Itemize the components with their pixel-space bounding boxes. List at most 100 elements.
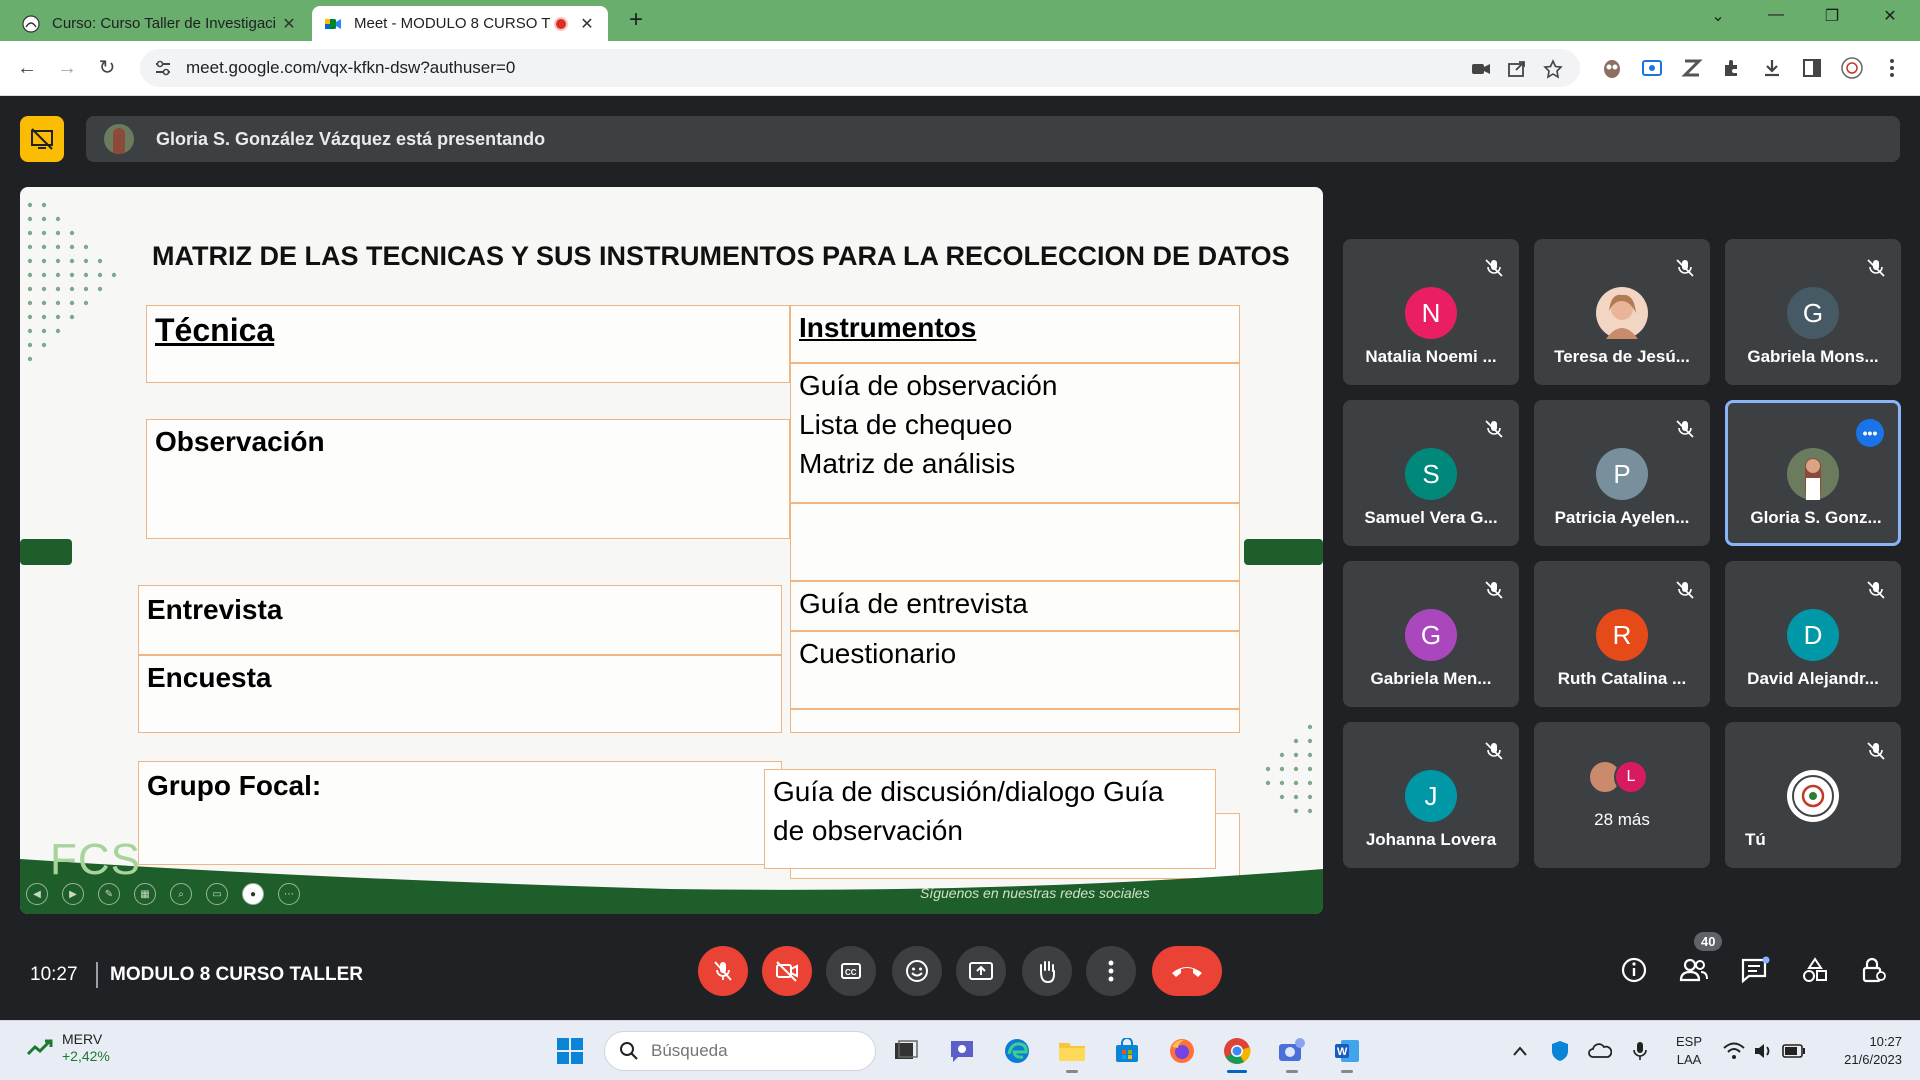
presenting-banner: Gloria S. González Vázquez está presenta… [86,116,1900,162]
slide-camera-icon[interactable]: ● [242,883,264,905]
owl-extension-icon[interactable] [1600,56,1624,80]
hand-icon [1040,961,1055,984]
word-icon: W [1335,1040,1359,1062]
camera-icon[interactable] [1470,58,1492,80]
participant-name: Johanna Lovera [1365,830,1497,849]
slide-more-icon[interactable]: ⋯ [278,883,300,905]
close-icon[interactable]: ✕ [578,14,596,34]
stock-widget[interactable]: MERV +2,42% [26,1031,110,1065]
battery-icon[interactable] [1782,1039,1806,1063]
input-language[interactable]: ESP LAA [1676,1033,1702,1069]
tray-overflow-icon[interactable] [1508,1039,1532,1063]
tab-curso[interactable]: Curso: Curso Taller de Investigaci ✕ [10,6,310,41]
slide-zoom-icon[interactable]: ⌕ [170,883,192,905]
profile-avatar-icon[interactable] [1840,56,1864,80]
teams-chat-button[interactable] [944,1033,980,1069]
task-view-button[interactable] [888,1033,924,1069]
chat-button[interactable] [1733,948,1777,992]
defender-shield-icon[interactable] [1548,1039,1572,1063]
file-explorer-button[interactable] [1054,1033,1090,1073]
extensions-puzzle-icon[interactable] [1720,56,1744,80]
site-settings-icon[interactable] [154,59,172,77]
z-extension-icon[interactable] [1680,56,1704,80]
microphone-tray-icon[interactable] [1628,1039,1652,1063]
more-options-icon[interactable]: ••• [1856,419,1884,447]
volume-icon[interactable] [1752,1039,1776,1063]
participant-tile[interactable]: R Ruth Catalina ... [1534,561,1710,707]
self-tile[interactable]: Tú [1725,722,1901,868]
task-view-icon [895,1040,918,1059]
screen-extension-icon[interactable] [1640,56,1664,80]
chrome-menu-icon[interactable] [1880,56,1904,80]
share-icon[interactable] [1506,58,1528,80]
mic-off-button[interactable] [698,946,748,996]
onedrive-icon[interactable] [1588,1039,1612,1063]
side-panel-icon[interactable] [1800,56,1824,80]
snipping-tool-button[interactable] [1274,1033,1310,1073]
activities-button[interactable] [1793,948,1837,992]
new-tab-button[interactable]: + [620,6,652,34]
slide-grid-icon[interactable]: ▦ [134,883,156,905]
running-indicator [1341,1070,1353,1073]
close-icon[interactable]: ✕ [280,14,298,34]
participant-tile[interactable]: J Johanna Lovera [1343,722,1519,868]
firefox-button[interactable] [1164,1033,1200,1069]
minimize-button[interactable]: — [1756,6,1796,24]
participant-tile[interactable]: S Samuel Vera G... [1343,400,1519,546]
raise-hand-button[interactable] [1022,946,1072,996]
store-button[interactable] [1109,1033,1145,1069]
wifi-icon[interactable] [1722,1039,1746,1063]
back-icon[interactable]: ← [12,53,42,83]
instrumento-cuestionario: Cuestionario [799,638,957,669]
stop-presenting-icon[interactable] [20,116,64,162]
host-controls-button[interactable] [1852,948,1896,992]
url-input[interactable] [186,58,1086,78]
slide-subtitles-icon[interactable]: ▭ [206,883,228,905]
avatar [1596,287,1648,339]
participant-tile[interactable]: Teresa de Jesú... [1534,239,1710,385]
meeting-details-button[interactable] [1612,948,1656,992]
people-button[interactable] [1672,948,1716,992]
omnibox[interactable] [140,49,1580,87]
participant-tile[interactable]: N Natalia Noemi ... [1343,239,1519,385]
windows-taskbar: MERV +2,42% W [0,1020,1920,1080]
more-options-button[interactable] [1086,946,1136,996]
reactions-button[interactable] [892,946,942,996]
mic-off-icon [1676,420,1694,438]
recording-icon [554,16,568,31]
search-input[interactable] [651,1041,851,1061]
leave-call-button[interactable] [1152,946,1222,996]
mic-off-icon [1867,742,1885,760]
slide-next-icon[interactable]: ▶ [62,883,84,905]
maximize-button[interactable]: ❐ [1812,6,1852,26]
taskbar-search[interactable] [604,1031,876,1071]
reload-icon[interactable]: ↻ [92,53,122,83]
avatar: G [1405,609,1457,661]
participant-tile[interactable]: G Gabriela Mons... [1725,239,1901,385]
participant-tile[interactable]: P Patricia Ayelen... [1534,400,1710,546]
participant-tile-presenter[interactable]: ••• Gloria S. Gonz... [1725,400,1901,546]
participant-tile[interactable]: D David Alejandr... [1725,561,1901,707]
instrumento-matriz-analisis: Matriz de análisis [799,448,1016,479]
tab-search-icon[interactable]: ⌄ [1698,6,1738,26]
download-icon[interactable] [1760,56,1784,80]
captions-button[interactable]: CC [826,946,876,996]
close-window-button[interactable]: ✕ [1870,6,1910,26]
system-clock[interactable]: 10:27 21/6/2023 [1822,1033,1902,1069]
camera-off-button[interactable] [762,946,812,996]
browser-tab-strip: Curso: Curso Taller de Investigaci ✕ Mee… [0,0,1920,41]
participant-tile[interactable]: G Gabriela Men... [1343,561,1519,707]
hang-up-icon [1172,967,1202,977]
tab-meet[interactable]: Meet - MODULO 8 CURSO T ✕ [312,6,608,41]
forward-icon[interactable]: → [52,53,82,83]
slide-prev-icon[interactable]: ◀ [26,883,48,905]
more-participants-tile[interactable]: L 28 más [1534,722,1710,868]
chrome-button[interactable] [1219,1033,1255,1073]
windows-start-button[interactable] [552,1033,588,1069]
present-now-button[interactable] [956,946,1006,996]
participant-name: Patricia Ayelen... [1554,508,1690,527]
bookmark-star-icon[interactable] [1542,58,1564,80]
word-button[interactable]: W [1329,1033,1365,1073]
edge-button[interactable] [999,1033,1035,1069]
slide-pen-icon[interactable]: ✎ [98,883,120,905]
